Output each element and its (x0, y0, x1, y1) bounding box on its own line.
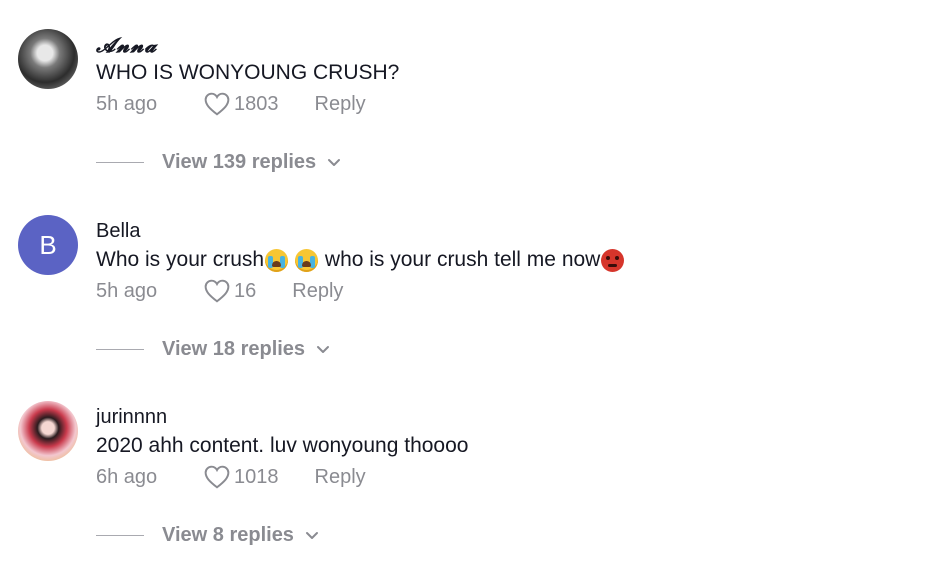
like-count: 1018 (234, 465, 279, 488)
divider (96, 348, 144, 350)
comment-username[interactable]: jurinnnn (96, 405, 167, 429)
reply-button[interactable]: Reply (292, 280, 343, 303)
comment-username[interactable]: Bella (96, 219, 140, 243)
view-replies-button[interactable]: View 8 replies (96, 521, 320, 549)
like-button[interactable]: 1803 (204, 92, 279, 116)
comment-text: 2020 ahh content. luv wonyoung thoooo (96, 434, 469, 457)
avatar[interactable] (18, 401, 78, 461)
heart-outline-icon (204, 92, 230, 116)
chevron-down-icon (317, 346, 330, 353)
loudly-crying-face-icon (265, 248, 289, 272)
comment-time: 5h ago (96, 92, 158, 115)
divider (96, 161, 144, 163)
view-replies-label: View 139 replies (162, 150, 317, 173)
view-replies-button[interactable]: View 18 replies (96, 335, 331, 363)
reply-button[interactable]: Reply (315, 466, 366, 489)
angry-face-icon (601, 248, 625, 272)
comment-meta: 6h ago 1018 Reply (96, 462, 366, 492)
comment-time: 5h ago (96, 279, 158, 302)
comment-text: WHO IS WONYOUNG CRUSH? (96, 61, 400, 84)
avatar[interactable]: B (18, 215, 78, 275)
like-button[interactable]: 1018 (204, 465, 279, 489)
loudly-crying-face-icon (295, 248, 319, 272)
avatar-letter: B (39, 229, 57, 260)
comment-text-part: who is your crush tell me now (319, 248, 601, 271)
heart-outline-icon (204, 465, 230, 489)
chevron-down-icon (328, 159, 341, 166)
comment-text-part: Who is your crush (96, 248, 265, 271)
comment-time: 6h ago (96, 465, 158, 488)
comment-meta: 5h ago 1803 Reply (96, 89, 366, 119)
heart-outline-icon (204, 279, 230, 303)
chevron-down-icon (305, 532, 318, 539)
like-count: 1803 (234, 92, 279, 115)
like-button[interactable]: 16 (204, 279, 256, 303)
view-replies-button[interactable]: View 139 replies (96, 148, 342, 176)
like-count: 16 (234, 279, 257, 302)
view-replies-label: View 8 replies (162, 523, 294, 546)
reply-button[interactable]: Reply (315, 93, 366, 116)
avatar[interactable] (18, 29, 78, 89)
view-replies-label: View 18 replies (162, 337, 306, 360)
divider (96, 534, 144, 536)
comment-text: Who is your crush who is your crush tell… (96, 247, 625, 273)
comment-username[interactable]: 𝓐𝓷𝓷𝓪 (96, 33, 157, 57)
comment-meta: 5h ago 16 Reply (96, 276, 343, 306)
